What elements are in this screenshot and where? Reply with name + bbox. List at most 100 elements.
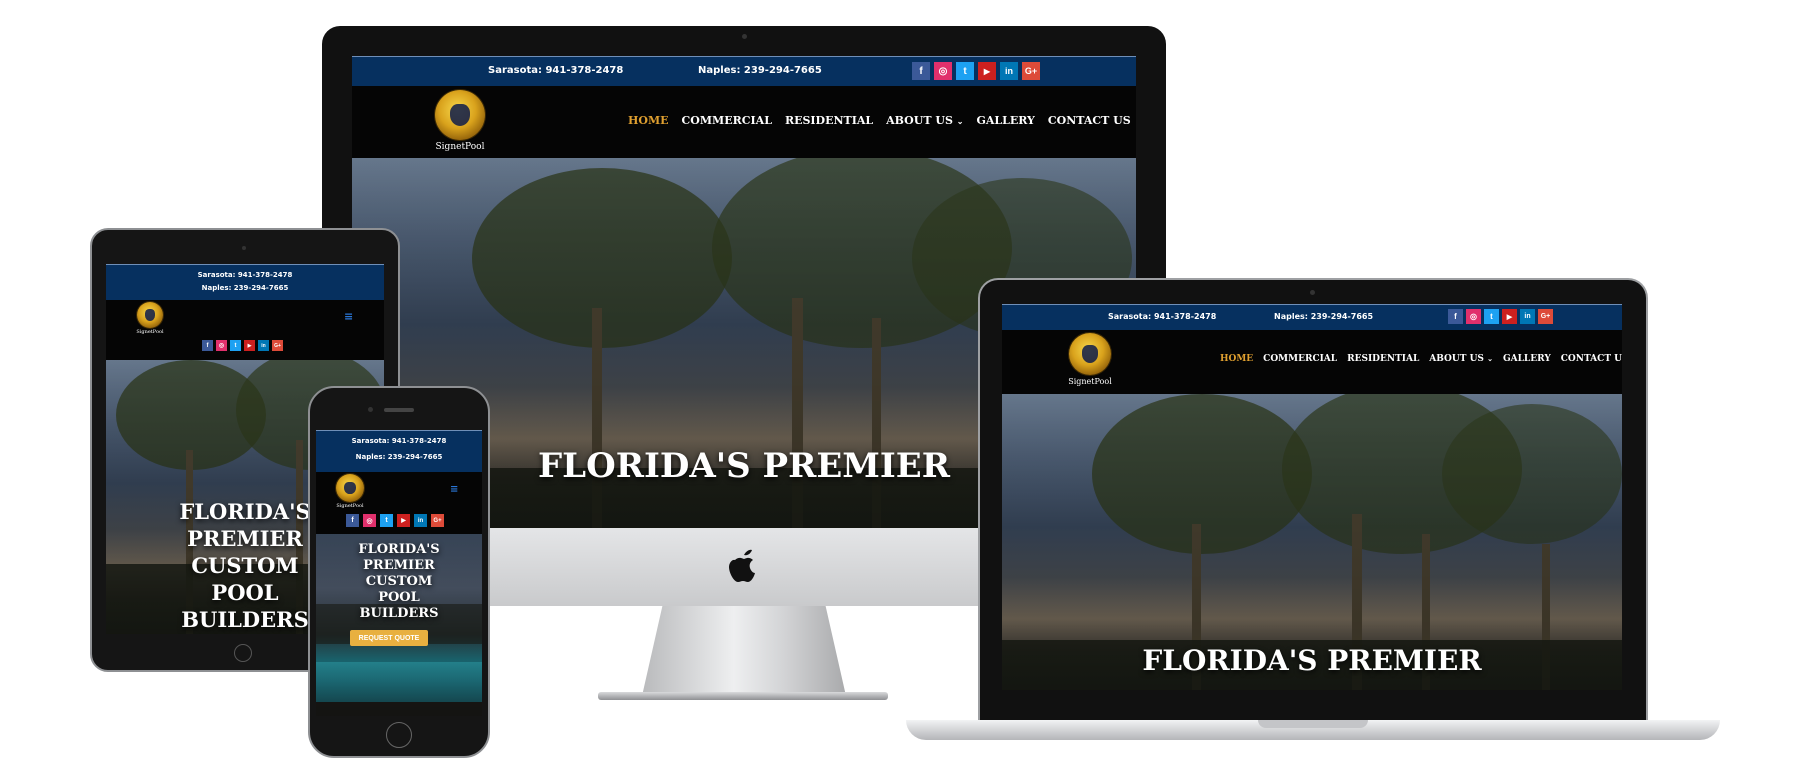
nav-contact-us[interactable]: CONTACT US — [1561, 354, 1622, 364]
logo-emblem-icon — [336, 474, 364, 502]
top-contact-bar: Sarasota: 941-378-2478 Naples: 239-294-7… — [1002, 304, 1622, 331]
hero-title: FLORIDA'S PREMIER — [1142, 644, 1482, 677]
youtube-icon[interactable]: ▶ — [397, 514, 410, 527]
youtube-icon[interactable]: ▶ — [978, 62, 996, 80]
request-quote-button[interactable]: REQUEST QUOTE — [350, 630, 428, 646]
phone-sarasota[interactable]: Sarasota: 941-378-2478 — [488, 65, 623, 76]
nav-home[interactable]: HOME — [628, 114, 669, 127]
facebook-icon[interactable]: f — [912, 62, 930, 80]
youtube-icon[interactable]: ▶ — [1502, 309, 1517, 324]
apple-logo-icon — [726, 544, 762, 584]
tablet-camera — [242, 246, 246, 250]
chevron-down-icon: ⌄ — [956, 116, 964, 126]
instagram-icon[interactable]: ◎ — [363, 514, 376, 527]
logo-text: SignetPool — [1068, 377, 1112, 386]
phone-speaker — [384, 408, 414, 412]
logo-emblem-icon — [1069, 333, 1111, 375]
hero-banner: FLORIDA'S PREMIER — [1002, 394, 1622, 690]
linkedin-icon[interactable]: in — [1520, 309, 1535, 324]
site-logo[interactable]: SignetPool — [428, 90, 492, 152]
phone-sarasota[interactable]: Sarasota: 941-378-2478 — [316, 437, 482, 445]
nav-commercial[interactable]: COMMERCIAL — [682, 114, 772, 127]
laptop-device: Sarasota: 941-378-2478 Naples: 239-294-7… — [906, 278, 1720, 750]
tablet-home-button — [234, 644, 252, 662]
google-plus-icon[interactable]: G+ — [272, 340, 283, 351]
main-nav: HOME COMMERCIAL RESIDENTIAL ABOUT US ⌄ G… — [628, 114, 1131, 127]
nav-gallery[interactable]: GALLERY — [976, 114, 1034, 127]
instagram-icon[interactable]: ◎ — [1466, 309, 1481, 324]
hero-title-line: BUILDERS — [359, 606, 439, 621]
site-logo[interactable]: SignetPool — [1062, 333, 1118, 386]
phone-naples[interactable]: Naples: 239-294-7665 — [1274, 312, 1373, 321]
logo-emblem-icon — [435, 90, 485, 140]
laptop-screen: Sarasota: 941-378-2478 Naples: 239-294-7… — [1002, 304, 1622, 690]
social-links: f ◎ t ▶ in G+ — [912, 62, 1040, 80]
logo-text: SignetPool — [336, 503, 364, 509]
social-links: f ◎ t ▶ in G+ — [346, 514, 444, 527]
twitter-icon[interactable]: t — [380, 514, 393, 527]
site-header: SignetPool HOME COMMERCIAL RESIDENTIAL A… — [352, 86, 1136, 158]
top-contact-bar: Sarasota: 941-378-2478 Naples: 239-294-7… — [106, 264, 384, 301]
nav-contact-us[interactable]: CONTACT US — [1048, 114, 1131, 127]
nav-about-us-label: ABOUT US — [886, 114, 953, 127]
facebook-icon[interactable]: f — [1448, 309, 1463, 324]
top-contact-bar: Sarasota: 941-378-2478 Naples: 239-294-7… — [352, 56, 1136, 87]
imac-camera — [742, 34, 747, 39]
imac-foot — [598, 692, 888, 700]
logo-text: SignetPool — [136, 329, 164, 335]
hero-title-stacked: FLORIDA'S PREMIER CUSTOM POOL BUILDERS — [316, 542, 482, 622]
linkedin-icon[interactable]: in — [414, 514, 427, 527]
linkedin-icon[interactable]: in — [258, 340, 269, 351]
nav-commercial[interactable]: COMMERCIAL — [1263, 354, 1337, 364]
phone-sarasota[interactable]: Sarasota: 941-378-2478 — [1108, 312, 1216, 321]
imac-stand — [642, 606, 846, 696]
nav-about-us[interactable]: ABOUT US ⌄ — [886, 114, 963, 127]
social-links: f ◎ t ▶ in G+ — [1448, 309, 1553, 324]
logo-text: SignetPool — [435, 142, 485, 152]
nav-residential[interactable]: RESIDENTIAL — [1347, 354, 1419, 364]
social-links: f ◎ t ▶ in G+ — [202, 340, 283, 351]
nav-gallery[interactable]: GALLERY — [1503, 354, 1551, 364]
hamburger-menu-icon[interactable]: ≡ — [450, 484, 458, 495]
instagram-icon[interactable]: ◎ — [934, 62, 952, 80]
site-logo[interactable]: SignetPool — [330, 474, 370, 509]
hero-banner: FLORIDA'S PREMIER CUSTOM POOL BUILDERS R… — [316, 534, 482, 716]
youtube-icon[interactable]: ▶ — [244, 340, 255, 351]
nav-home[interactable]: HOME — [1220, 354, 1253, 364]
hero-title-line: FLORIDA'S — [358, 542, 440, 557]
nav-about-us-label: ABOUT US — [1429, 354, 1484, 364]
top-contact-bar: Sarasota: 941-378-2478 Naples: 239-294-7… — [316, 430, 482, 473]
hamburger-menu-icon[interactable]: ≡ — [344, 310, 353, 323]
twitter-icon[interactable]: t — [1484, 309, 1499, 324]
phone-naples[interactable]: Naples: 239-294-7665 — [698, 65, 822, 76]
twitter-icon[interactable]: t — [230, 340, 241, 351]
hero-title-line: PREMIER — [363, 558, 435, 573]
google-plus-icon[interactable]: G+ — [1022, 62, 1040, 80]
nav-residential[interactable]: RESIDENTIAL — [785, 114, 873, 127]
site-header: SignetPool ≡ f ◎ t ▶ in G+ — [316, 472, 482, 534]
instagram-icon[interactable]: ◎ — [216, 340, 227, 351]
phone-home-button — [386, 722, 412, 748]
logo-emblem-icon — [137, 302, 163, 328]
phone-naples[interactable]: Naples: 239-294-7665 — [106, 284, 384, 292]
twitter-icon[interactable]: t — [956, 62, 974, 80]
phone-device: Sarasota: 941-378-2478 Naples: 239-294-7… — [308, 386, 490, 758]
request-quote-label: REQUEST QUOTE — [358, 634, 420, 642]
google-plus-icon[interactable]: G+ — [1538, 309, 1553, 324]
phone-camera — [368, 407, 373, 412]
phone-naples[interactable]: Naples: 239-294-7665 — [316, 453, 482, 461]
facebook-icon[interactable]: f — [346, 514, 359, 527]
facebook-icon[interactable]: f — [202, 340, 213, 351]
hero-title-line: POOL — [378, 590, 420, 605]
site-logo[interactable]: SignetPool — [130, 302, 170, 335]
site-header: SignetPool HOME COMMERCIAL RESIDENTIAL A… — [1002, 330, 1622, 394]
laptop-notch — [1258, 720, 1368, 728]
main-nav: HOME COMMERCIAL RESIDENTIAL ABOUT US ⌄ G… — [1220, 354, 1622, 364]
hero-title-line: CUSTOM — [365, 574, 433, 589]
nav-about-us[interactable]: ABOUT US ⌄ — [1429, 354, 1493, 364]
google-plus-icon[interactable]: G+ — [431, 514, 444, 527]
phone-sarasota[interactable]: Sarasota: 941-378-2478 — [106, 271, 384, 279]
chevron-down-icon: ⌄ — [1487, 354, 1493, 363]
linkedin-icon[interactable]: in — [1000, 62, 1018, 80]
laptop-camera — [1310, 290, 1315, 295]
